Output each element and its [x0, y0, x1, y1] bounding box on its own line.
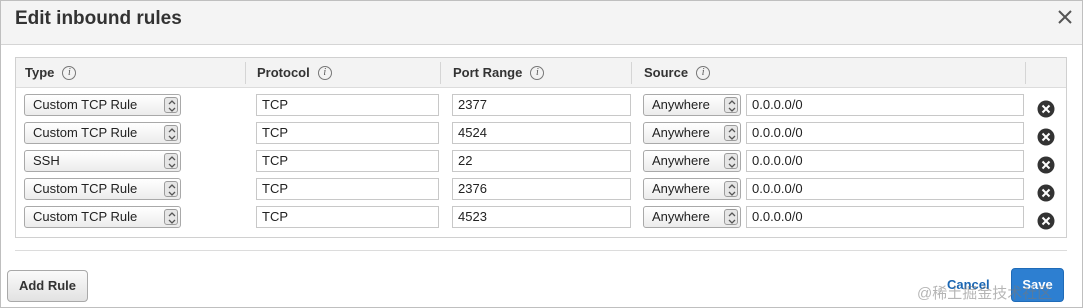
dialog-title: Edit inbound rules	[15, 8, 182, 29]
source-select-value: Anywhere	[652, 209, 710, 224]
protocol-field: TCP	[256, 178, 439, 200]
cidr-input[interactable]: 0.0.0.0/0	[746, 122, 1024, 144]
rules-table: Type i Protocol i Port Range i Source i Cust…	[15, 57, 1067, 238]
select-stepper-icon	[724, 209, 738, 225]
port-range-input[interactable]: 2376	[452, 178, 631, 200]
select-stepper-icon	[724, 153, 738, 169]
source-select[interactable]: Anywhere	[643, 94, 741, 116]
rule-row: Custom TCP Rule TCP 2376 Anywhere 0.0.0.…	[16, 178, 1066, 206]
source-select[interactable]: Anywhere	[643, 150, 741, 172]
info-icon[interactable]: i	[696, 65, 711, 80]
select-stepper-icon	[164, 97, 178, 113]
port-range-input[interactable]: 4523	[452, 206, 631, 228]
header-divider	[1025, 62, 1026, 84]
type-select-value: Custom TCP Rule	[33, 209, 138, 224]
source-select-value: Anywhere	[652, 181, 710, 196]
rule-row: Custom TCP Rule TCP 4524 Anywhere 0.0.0.…	[16, 122, 1066, 150]
header-type-label: Type	[25, 65, 55, 80]
header-type: Type i	[25, 58, 77, 88]
delete-rule-icon[interactable]	[1037, 156, 1055, 174]
rule-row: Custom TCP Rule TCP 4523 Anywhere 0.0.0.…	[16, 206, 1066, 234]
source-select-value: Anywhere	[652, 97, 710, 112]
protocol-field: TCP	[256, 150, 439, 172]
source-select[interactable]: Anywhere	[643, 206, 741, 228]
header-protocol: Protocol i	[257, 58, 332, 88]
select-stepper-icon	[724, 181, 738, 197]
select-stepper-icon	[164, 153, 178, 169]
cidr-input[interactable]: 0.0.0.0/0	[746, 178, 1024, 200]
source-select-value: Anywhere	[652, 153, 710, 168]
type-select[interactable]: Custom TCP Rule	[24, 206, 181, 228]
delete-rule-icon[interactable]	[1037, 100, 1055, 118]
select-stepper-icon	[724, 97, 738, 113]
delete-rule-icon[interactable]	[1037, 212, 1055, 230]
delete-rule-icon[interactable]	[1037, 128, 1055, 146]
info-icon[interactable]: i	[62, 65, 77, 80]
add-rule-button[interactable]: Add Rule	[7, 270, 88, 302]
protocol-field: TCP	[256, 94, 439, 116]
dialog-titlebar: Edit inbound rules	[1, 1, 1082, 45]
type-select-value: Custom TCP Rule	[33, 181, 138, 196]
header-port-range: Port Range i	[453, 58, 545, 88]
edit-inbound-rules-dialog: Edit inbound rules Type i Protocol i Port …	[0, 0, 1083, 308]
header-port-range-label: Port Range	[453, 65, 523, 80]
header-divider	[440, 62, 441, 84]
select-stepper-icon	[724, 125, 738, 141]
type-select[interactable]: Custom TCP Rule	[24, 178, 181, 200]
source-select-value: Anywhere	[652, 125, 710, 140]
select-stepper-icon	[164, 125, 178, 141]
info-icon[interactable]: i	[317, 65, 332, 80]
select-stepper-icon	[164, 209, 178, 225]
type-select[interactable]: SSH	[24, 150, 181, 172]
cidr-input[interactable]: 0.0.0.0/0	[746, 206, 1024, 228]
header-divider	[245, 62, 246, 84]
table-header: Type i Protocol i Port Range i Source i	[16, 58, 1066, 88]
rule-row: Custom TCP Rule TCP 2377 Anywhere 0.0.0.…	[16, 94, 1066, 122]
header-source: Source i	[644, 58, 711, 88]
port-range-input[interactable]: 4524	[452, 122, 631, 144]
type-select-value: Custom TCP Rule	[33, 125, 138, 140]
cidr-input[interactable]: 0.0.0.0/0	[746, 94, 1024, 116]
port-range-input[interactable]: 22	[452, 150, 631, 172]
watermark: @稀土掘金技术社区	[917, 285, 1053, 302]
header-source-label: Source	[644, 65, 689, 80]
protocol-field: TCP	[256, 122, 439, 144]
cidr-input[interactable]: 0.0.0.0/0	[746, 150, 1024, 172]
protocol-field: TCP	[256, 206, 439, 228]
type-select[interactable]: Custom TCP Rule	[24, 122, 181, 144]
type-select-value: Custom TCP Rule	[33, 97, 138, 112]
port-range-input[interactable]: 2377	[452, 94, 631, 116]
close-icon[interactable]	[1054, 6, 1076, 28]
type-select[interactable]: Custom TCP Rule	[24, 94, 181, 116]
source-select[interactable]: Anywhere	[643, 178, 741, 200]
select-stepper-icon	[164, 181, 178, 197]
type-select-value: SSH	[33, 153, 60, 168]
source-select[interactable]: Anywhere	[643, 122, 741, 144]
rule-row: SSH TCP 22 Anywhere 0.0.0.0/0	[16, 150, 1066, 178]
header-protocol-label: Protocol	[257, 65, 310, 80]
header-divider	[631, 62, 632, 84]
delete-rule-icon[interactable]	[1037, 184, 1055, 202]
info-icon[interactable]: i	[530, 65, 545, 80]
footer-divider	[15, 250, 1067, 251]
